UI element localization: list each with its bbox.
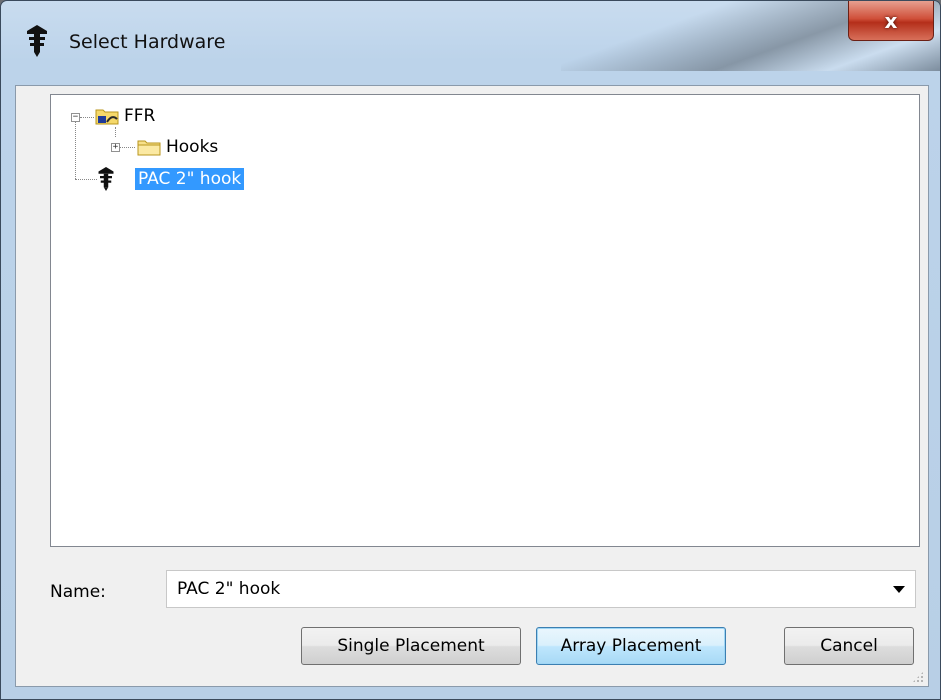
hardware-tree[interactable]: − FFR + Hooks PAC 2" hook — [50, 94, 920, 547]
close-button[interactable]: x — [848, 1, 934, 41]
name-label: Name: — [50, 582, 106, 602]
dialog-client-area: − FFR + Hooks PAC 2" hook Name: PAC 2" h… — [15, 85, 929, 687]
cancel-button[interactable]: Cancel — [784, 627, 914, 665]
hardware-pin-icon — [27, 25, 47, 57]
tree-connector — [80, 117, 94, 118]
tree-connector — [75, 117, 76, 179]
tree-connector — [115, 127, 116, 137]
name-value: PAC 2" hook — [177, 579, 281, 599]
array-placement-button[interactable]: Array Placement — [536, 627, 726, 665]
chevron-down-icon[interactable] — [893, 586, 905, 593]
resize-grip[interactable] — [912, 671, 924, 683]
tree-connector — [119, 147, 135, 148]
collapse-toggle[interactable]: − — [71, 113, 80, 122]
tree-connector — [75, 179, 97, 180]
tree-item-pac-2-hook[interactable]: PAC 2" hook — [135, 168, 245, 190]
window-title: Select Hardware — [69, 31, 226, 53]
close-icon: x — [884, 8, 898, 33]
hardware-pin-icon — [98, 167, 114, 191]
name-combobox[interactable]: PAC 2" hook — [166, 570, 916, 608]
title-bar[interactable]: Select Hardware x — [1, 1, 940, 85]
select-hardware-dialog: Select Hardware x − FFR + Hooks PAC 2" h… — [0, 0, 941, 700]
tree-item-ffr[interactable]: FFR — [121, 105, 158, 127]
tree-item-hooks[interactable]: Hooks — [163, 136, 221, 158]
folder-icon — [137, 140, 161, 156]
single-placement-button[interactable]: Single Placement — [301, 627, 521, 665]
shared-folder-icon — [95, 109, 119, 125]
expand-toggle[interactable]: + — [111, 143, 120, 152]
